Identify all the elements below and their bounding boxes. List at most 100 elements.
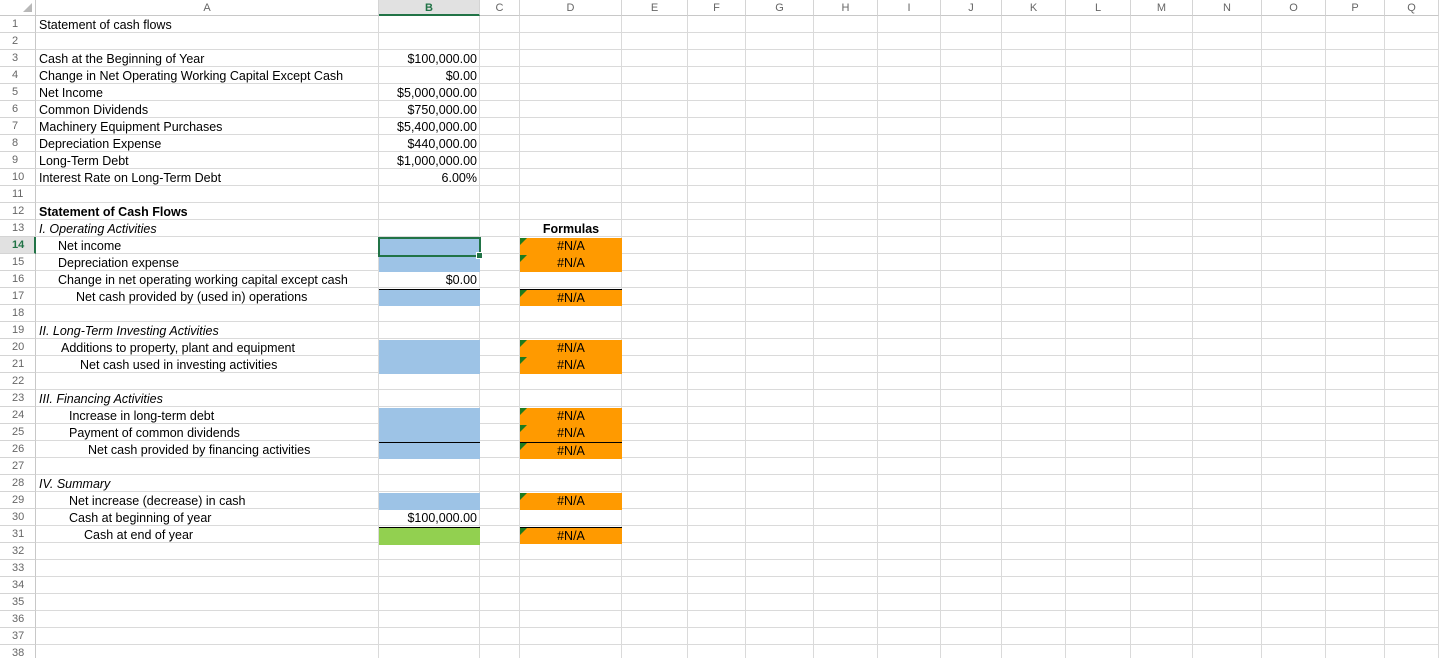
input-cell-investing[interactable] xyxy=(379,340,480,374)
formula-value: #N/A xyxy=(557,409,585,423)
statement-title: Statement of Cash Flows xyxy=(39,205,188,219)
row-header[interactable]: 37 xyxy=(0,628,36,645)
row-header[interactable]: 21 xyxy=(0,356,36,373)
column-header[interactable]: E xyxy=(622,0,688,16)
input-cell-net-ops[interactable] xyxy=(379,289,480,306)
row-header[interactable]: 20 xyxy=(0,339,36,356)
cash-begin-value: $100,000.00 xyxy=(407,511,477,525)
row-header[interactable]: 26 xyxy=(0,441,36,458)
column-gridline xyxy=(1130,16,1131,658)
row-header[interactable]: 36 xyxy=(0,611,36,628)
column-gridline xyxy=(1325,16,1326,658)
row-header[interactable]: 24 xyxy=(0,407,36,424)
row-gridline xyxy=(36,236,1439,237)
row-header[interactable]: 28 xyxy=(0,475,36,492)
selected-cell-b14[interactable] xyxy=(378,237,483,259)
column-header[interactable]: N xyxy=(1193,0,1262,16)
column-gridline xyxy=(1001,16,1002,658)
formula-cell[interactable]: #N/A xyxy=(520,408,622,425)
row-header[interactable]: 19 xyxy=(0,322,36,339)
column-header[interactable]: O xyxy=(1262,0,1326,16)
formula-cell[interactable]: #N/A xyxy=(520,357,622,374)
row-header[interactable]: 23 xyxy=(0,390,36,407)
column-header[interactable]: D xyxy=(520,0,622,16)
row-header[interactable]: 1 xyxy=(0,16,36,33)
row-header[interactable]: 35 xyxy=(0,594,36,611)
row-header[interactable]: 32 xyxy=(0,543,36,560)
row-header[interactable]: 5 xyxy=(0,84,36,101)
formula-cell[interactable]: #N/A xyxy=(520,238,622,255)
column-header[interactable]: P xyxy=(1326,0,1385,16)
column-header[interactable]: B xyxy=(379,0,480,16)
column-header[interactable]: F xyxy=(688,0,746,16)
row-gridline xyxy=(36,321,1439,322)
row-header[interactable]: 4 xyxy=(0,67,36,84)
row-gridline xyxy=(36,49,1439,50)
input-value: $0.00 xyxy=(445,69,477,83)
row-header[interactable]: 14 xyxy=(0,237,36,254)
formula-cell[interactable]: #N/A xyxy=(520,425,622,442)
row-header[interactable]: 38 xyxy=(0,645,36,658)
row-gridline xyxy=(36,253,1439,254)
column-header[interactable]: G xyxy=(746,0,814,16)
row-header[interactable]: 3 xyxy=(0,50,36,67)
row-header[interactable]: 31 xyxy=(0,526,36,543)
input-label: Net Income xyxy=(39,86,103,100)
row-header[interactable]: 2 xyxy=(0,33,36,50)
formula-cell[interactable]: #N/A xyxy=(520,255,622,272)
row-header[interactable]: 22 xyxy=(0,373,36,390)
row-gridline xyxy=(36,559,1439,560)
row-header[interactable]: 27 xyxy=(0,458,36,475)
row-gridline xyxy=(36,627,1439,628)
row-header[interactable]: 7 xyxy=(0,118,36,135)
select-all-corner[interactable] xyxy=(0,0,36,16)
row-gridline xyxy=(36,338,1439,339)
column-header[interactable]: C xyxy=(480,0,520,16)
input-value: 6.00% xyxy=(441,171,477,185)
row-header[interactable]: 13 xyxy=(0,220,36,237)
column-header[interactable]: H xyxy=(814,0,878,16)
row-header[interactable]: 16 xyxy=(0,271,36,288)
column-header[interactable]: K xyxy=(1002,0,1066,16)
row-label: Net cash used in investing activities xyxy=(80,358,278,372)
row-header[interactable]: 8 xyxy=(0,135,36,152)
column-header[interactable]: M xyxy=(1131,0,1193,16)
row-header[interactable]: 6 xyxy=(0,101,36,118)
spreadsheet-grid[interactable]: ABCDEFGHIJKLMNOPQ 1 2 3 4 5 6 7 8 9 10 11 12 13 14 15 1… xyxy=(0,0,1439,658)
formula-cell[interactable]: #N/A xyxy=(520,289,622,306)
formula-cell[interactable]: #N/A xyxy=(520,442,622,459)
row-gridline xyxy=(36,32,1439,33)
row-header[interactable]: 11 xyxy=(0,186,36,203)
input-cell-net-increase[interactable] xyxy=(379,493,480,510)
column-gridline xyxy=(479,16,480,658)
column-gridline xyxy=(519,16,520,658)
row-header[interactable]: 17 xyxy=(0,288,36,305)
formula-cell[interactable]: #N/A xyxy=(520,340,622,357)
row-header[interactable]: 34 xyxy=(0,577,36,594)
result-cell-cash-end[interactable] xyxy=(379,528,480,545)
row-header[interactable]: 10 xyxy=(0,169,36,186)
column-header[interactable]: L xyxy=(1066,0,1131,16)
input-cell-financing[interactable] xyxy=(379,408,480,459)
row-header[interactable]: 33 xyxy=(0,560,36,577)
formula-cell[interactable]: #N/A xyxy=(520,493,622,510)
column-header[interactable]: A xyxy=(36,0,379,16)
row-header[interactable]: 29 xyxy=(0,492,36,509)
row-header[interactable]: 25 xyxy=(0,424,36,441)
column-header[interactable]: J xyxy=(941,0,1002,16)
formula-value: #N/A xyxy=(557,426,585,440)
input-value: $5,400,000.00 xyxy=(397,120,477,134)
row-header[interactable]: 18 xyxy=(0,305,36,322)
column-header[interactable]: I xyxy=(878,0,941,16)
row-header[interactable]: 15 xyxy=(0,254,36,271)
column-header[interactable]: Q xyxy=(1385,0,1439,16)
formula-value: #N/A xyxy=(557,529,585,543)
row-header[interactable]: 12 xyxy=(0,203,36,220)
row-gridline xyxy=(36,525,1439,526)
row-header[interactable]: 30 xyxy=(0,509,36,526)
input-value: $5,000,000.00 xyxy=(397,86,477,100)
error-indicator-icon xyxy=(520,408,527,415)
row-header[interactable]: 9 xyxy=(0,152,36,169)
formula-value: #N/A xyxy=(557,341,585,355)
formula-cell[interactable]: #N/A xyxy=(520,527,622,544)
